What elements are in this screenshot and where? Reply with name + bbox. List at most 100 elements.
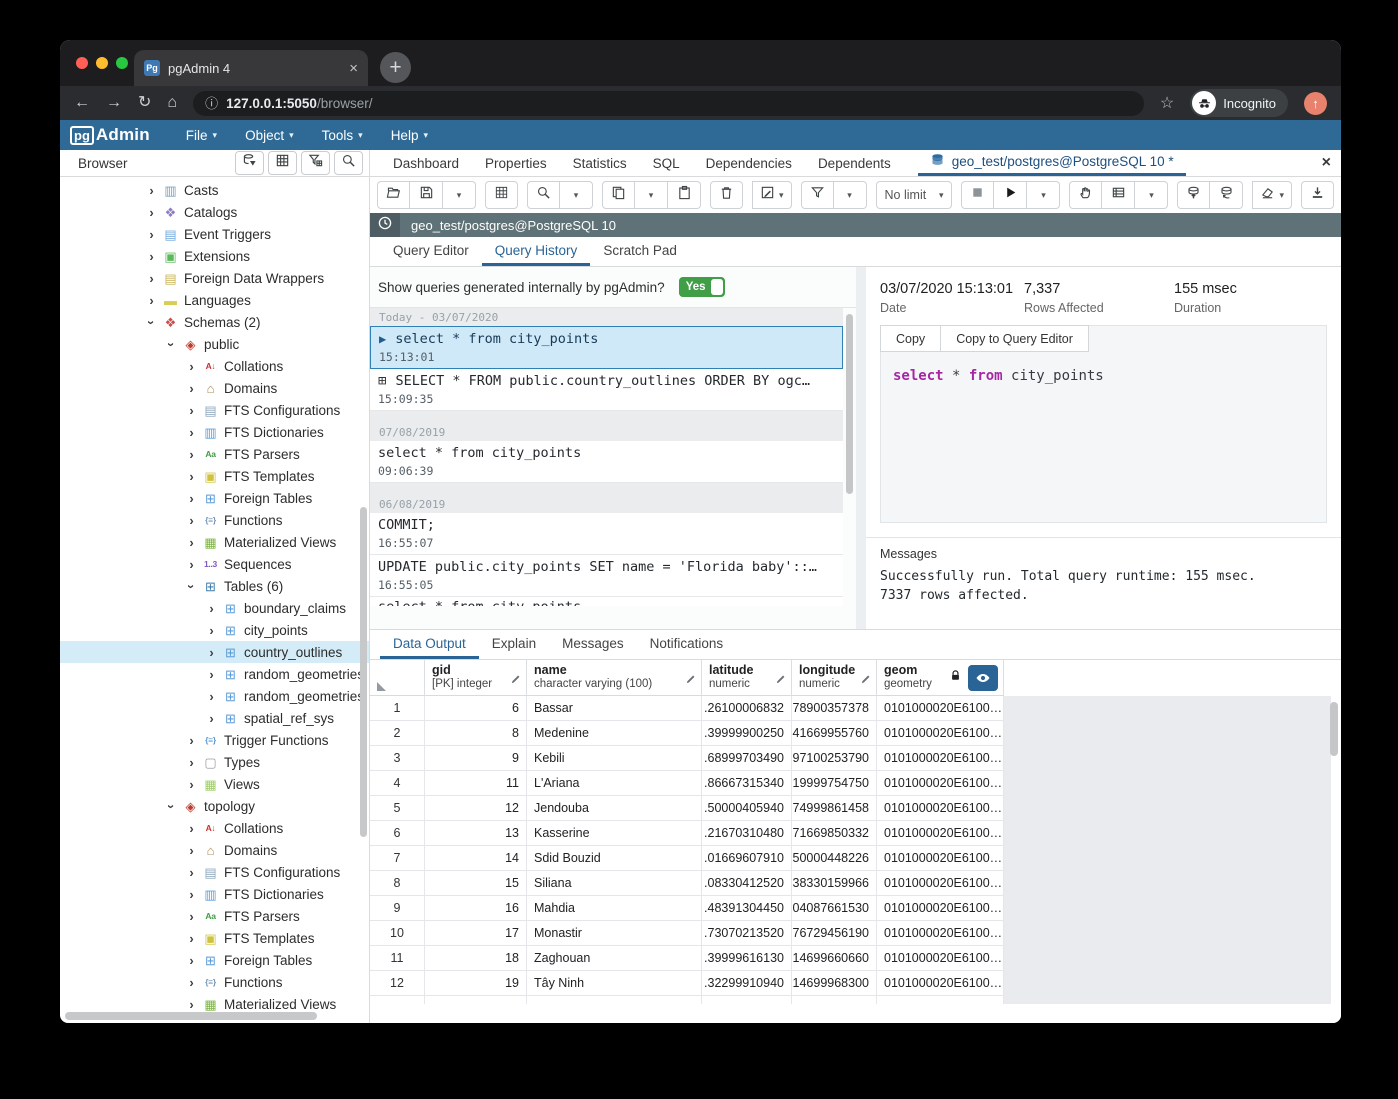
chevron-collapsed-icon[interactable]: › [186, 734, 197, 747]
back-icon[interactable]: ← [74, 95, 90, 111]
tree-item-public[interactable]: ›◈public [60, 333, 369, 355]
chevron-collapsed-icon[interactable]: › [206, 646, 217, 659]
tab-dependencies[interactable]: Dependencies [693, 150, 805, 176]
tree-item-fts-configurations[interactable]: ›▤FTS Configurations [60, 861, 369, 883]
rollback-button[interactable] [1210, 181, 1243, 209]
cell-latitude[interactable]: .01669607910 [702, 846, 792, 871]
cell-gid[interactable]: 11 [425, 771, 527, 796]
tree-item-schemas-2[interactable]: ›❖Schemas (2) [60, 311, 369, 333]
macro-button[interactable] [485, 181, 518, 209]
edit-button[interactable]: ▾ [752, 181, 792, 209]
chevron-expanded-icon[interactable]: › [145, 317, 158, 328]
tab-sql[interactable]: SQL [640, 150, 693, 176]
menu-object[interactable]: Object▾ [245, 128, 294, 143]
tree-item-random-geometries[interactable]: ›⊞random_geometries [60, 685, 369, 707]
tree-item-languages[interactable]: ›▬Languages [60, 289, 369, 311]
output-tab-notifications[interactable]: Notifications [637, 630, 737, 659]
close-panel-icon[interactable]: × [1322, 154, 1331, 172]
cell-name[interactable]: Jendouba [527, 796, 702, 821]
cell-geom[interactable]: 0101000020E6100… [877, 821, 1004, 846]
tree-item-city-points[interactable]: ›⊞city_points [60, 619, 369, 641]
row-number-cell[interactable]: 3 [370, 746, 425, 771]
connection-status-icon[interactable] [370, 213, 400, 237]
tree-item-fts-dictionaries[interactable]: ›▥FTS Dictionaries [60, 883, 369, 905]
cell-name[interactable]: Bassar [527, 696, 702, 721]
grid-vertical-scrollbar[interactable] [1330, 702, 1338, 756]
chevron-collapsed-icon[interactable]: › [186, 976, 197, 989]
row-number-cell[interactable]: 2 [370, 721, 425, 746]
tree-item-topology[interactable]: ›◈topology [60, 795, 369, 817]
column-header-name[interactable]: namecharacter varying (100) [527, 660, 702, 695]
cell-latitude[interactable]: .73070213520 [702, 921, 792, 946]
row-number-cell[interactable]: 5 [370, 796, 425, 821]
cell-geom[interactable]: 0101000020E6100… [877, 921, 1004, 946]
chevron-collapsed-icon[interactable]: › [186, 866, 197, 879]
cell-gid[interactable]: 14 [425, 846, 527, 871]
tree-item-functions[interactable]: ›{≡}Functions [60, 971, 369, 993]
cell-longitude[interactable]: 9.50000448226 [792, 846, 877, 871]
cell-longitude[interactable]: 8.74999861458 [792, 796, 877, 821]
tree-item-fts-configurations[interactable]: ›▤FTS Configurations [60, 399, 369, 421]
history-entry[interactable]: select * from city_points [370, 597, 843, 606]
cell-name[interactable]: Monastir [527, 921, 702, 946]
tree-item-collations[interactable]: ›A↓Collations [60, 355, 369, 377]
chevron-collapsed-icon[interactable]: › [186, 404, 197, 417]
row-number-cell[interactable]: 1 [370, 696, 425, 721]
home-icon[interactable]: ⌂ [167, 95, 177, 111]
row-number-cell[interactable]: 11 [370, 946, 425, 971]
cell-longitude[interactable]: 8.71669850332 [792, 821, 877, 846]
cell-latitude[interactable]: .32299910940 [702, 971, 792, 996]
new-tab-button[interactable]: + [380, 52, 411, 83]
browser-tab[interactable]: Pg pgAdmin 4 × [134, 50, 368, 86]
maximize-window-button[interactable] [116, 57, 128, 69]
find-button[interactable] [527, 181, 560, 209]
chevron-collapsed-icon[interactable]: › [186, 932, 197, 945]
cell-geom[interactable]: 0101000020E6100… [877, 796, 1004, 821]
paste-button[interactable] [668, 181, 701, 209]
copy-query-button[interactable]: Copy [880, 325, 941, 352]
chevron-collapsed-icon[interactable]: › [206, 690, 217, 703]
tree-item-sequences[interactable]: ›1..3Sequences [60, 553, 369, 575]
subtab-query-editor[interactable]: Query Editor [380, 237, 482, 266]
row-number-cell[interactable]: 8 [370, 871, 425, 896]
cell-geom[interactable]: 0101000020E6100… [877, 971, 1004, 996]
chevron-collapsed-icon[interactable]: › [146, 228, 157, 241]
chevron-collapsed-icon[interactable]: › [186, 888, 197, 901]
forward-icon[interactable]: → [106, 95, 122, 111]
chevron-collapsed-icon[interactable]: › [206, 624, 217, 637]
chevron-expanded-icon[interactable]: › [165, 339, 178, 350]
cell-latitude[interactable]: .21670310480 [702, 821, 792, 846]
cell-latitude[interactable]: .08330412520 [702, 871, 792, 896]
cell-gid[interactable]: 12 [425, 796, 527, 821]
row-number-cell[interactable]: 4 [370, 771, 425, 796]
search-objects-button[interactable] [334, 151, 363, 175]
chevron-collapsed-icon[interactable]: › [206, 668, 217, 681]
cell-geom[interactable]: 0101000020E6100… [877, 746, 1004, 771]
open-file-button[interactable] [377, 181, 410, 209]
explain-analyze-button[interactable] [1102, 181, 1135, 209]
chevron-collapsed-icon[interactable]: › [186, 470, 197, 483]
cell-name[interactable]: Medenine [527, 721, 702, 746]
tree-horizontal-scrollbar[interactable] [65, 1012, 317, 1020]
address-bar[interactable]: ⓘ 127.0.0.1:5050/browser/ [193, 91, 1144, 116]
history-entry[interactable]: UPDATE public.city_points SET name = 'Fl… [370, 555, 843, 597]
execute-button[interactable] [994, 181, 1027, 209]
tree-item-catalogs[interactable]: ›❖Catalogs [60, 201, 369, 223]
cell-longitude[interactable]: 0.19999754750 [792, 771, 877, 796]
history-entry[interactable]: select * from city_points09:06:39 [370, 441, 843, 483]
cell-latitude[interactable]: .26100006832 [702, 696, 792, 721]
cell-longitude[interactable]: 8.97100253790 [792, 746, 877, 771]
filter-options-button[interactable]: ▾ [834, 181, 867, 209]
clear-button[interactable]: ▾ [1252, 181, 1292, 209]
tree-item-domains[interactable]: ›⌂Domains [60, 839, 369, 861]
column-header-gid[interactable]: gid[PK] integer [425, 660, 527, 695]
tree-item-foreign-data-wrappers[interactable]: ›▤Foreign Data Wrappers [60, 267, 369, 289]
cell-longitude[interactable]: 0.76729456190 [792, 921, 877, 946]
chevron-expanded-icon[interactable]: › [185, 581, 198, 592]
column-header-longitude[interactable]: longitudenumeric [792, 660, 877, 695]
chevron-collapsed-icon[interactable]: › [186, 910, 197, 923]
execute-options-button[interactable]: ▾ [1027, 181, 1060, 209]
explain-button[interactable] [1069, 181, 1102, 209]
cell-gid[interactable]: 15 [425, 871, 527, 896]
chevron-collapsed-icon[interactable]: › [206, 602, 217, 615]
